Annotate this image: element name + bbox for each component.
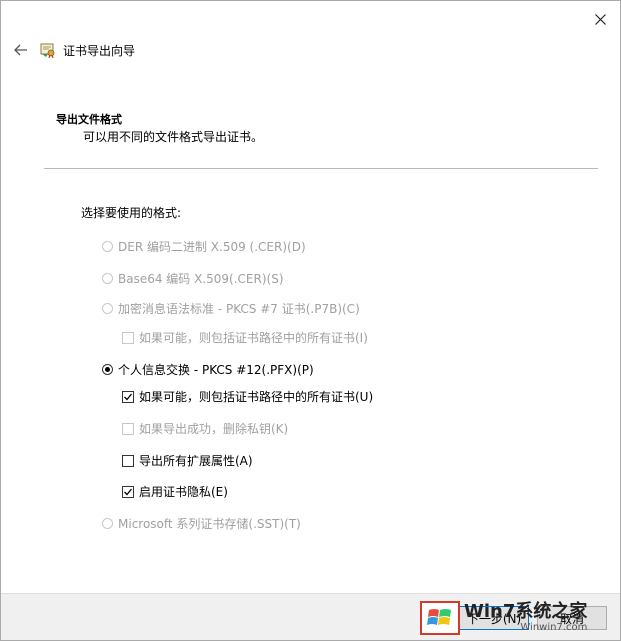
checkmark-icon [124,488,133,495]
watermark-url: Winwin7.com [520,622,588,633]
checkbox-export-extended-properties[interactable]: 导出所有扩展属性(A) [122,452,253,469]
radio-button[interactable] [102,303,113,314]
checkbox-delete-private-key-label: 如果导出成功，删除私钥(K) [139,422,289,436]
back-arrow-icon [14,44,27,56]
site-watermark: Win7系统之家 Winwin7.com [420,598,618,638]
checkbox[interactable] [122,422,134,435]
radio-button[interactable] [102,273,113,284]
radio-sst-label: Microsoft 系列证书存储(.SST)(T) [118,517,301,531]
windows-flag-icon [420,601,460,635]
radio-button-selected[interactable] [102,364,113,375]
radio-pkcs7-format[interactable]: 加密消息语法标准 - PKCS #7 证书(.P7B)(C) [102,300,360,317]
checkbox-pkcs7-include-all[interactable]: 如果可能，则包括证书路径中的所有证书(I) [122,329,368,346]
radio-der-label: DER 编码二进制 X.509 (.CER)(D) [118,240,306,254]
checkmark-icon [124,393,133,400]
checkbox-enable-certificate-privacy-label: 启用证书隐私(E) [139,485,228,499]
radio-der-format[interactable]: DER 编码二进制 X.509 (.CER)(D) [102,238,306,255]
checkbox[interactable] [122,331,134,344]
back-button[interactable] [11,40,31,60]
checkbox-delete-private-key[interactable]: 如果导出成功，删除私钥(K) [122,420,288,437]
close-icon [594,13,606,25]
checkbox-enable-certificate-privacy[interactable]: 启用证书隐私(E) [122,483,228,500]
radio-pkcs12-format[interactable]: 个人信息交换 - PKCS #12(.PFX)(P) [102,361,314,378]
wizard-title: 证书导出向导 [63,43,136,58]
checkbox-pkcs12-include-all[interactable]: 如果可能，则包括证书路径中的所有证书(U) [122,388,373,405]
section-description: 可以用不同的文件格式导出证书。 [83,130,264,144]
section-heading: 导出文件格式 [56,113,122,126]
format-choice-label: 选择要使用的格式: [81,206,182,220]
checkbox-pkcs12-include-all-label: 如果可能，则包括证书路径中的所有证书(U) [139,390,374,404]
radio-base64-label: Base64 编码 X.509(.CER)(S) [118,272,284,286]
watermark-brand: Win7系统之家 [464,601,588,622]
radio-base64-format[interactable]: Base64 编码 X.509(.CER)(S) [102,270,284,287]
radio-button[interactable] [102,518,113,529]
radio-pkcs12-label: 个人信息交换 - PKCS #12(.PFX)(P) [118,363,314,377]
checkbox-pkcs7-include-all-label: 如果可能，则包括证书路径中的所有证书(I) [139,331,368,345]
checkbox-export-extended-properties-label: 导出所有扩展属性(A) [139,454,253,468]
header-divider [44,168,598,169]
radio-sst-format[interactable]: Microsoft 系列证书存储(.SST)(T) [102,515,301,532]
checkbox[interactable] [122,454,134,467]
certificate-icon [39,41,57,59]
certificate-export-wizard-window: 证书导出向导 导出文件格式 可以用不同的文件格式导出证书。 选择要使用的格式: … [0,0,621,641]
radio-button[interactable] [102,241,113,252]
checkbox-checked[interactable] [122,390,134,403]
wizard-header: 证书导出向导 [11,39,135,61]
close-button[interactable] [588,7,612,31]
checkbox-checked[interactable] [122,485,134,498]
radio-pkcs7-label: 加密消息语法标准 - PKCS #7 证书(.P7B)(C) [118,302,360,316]
